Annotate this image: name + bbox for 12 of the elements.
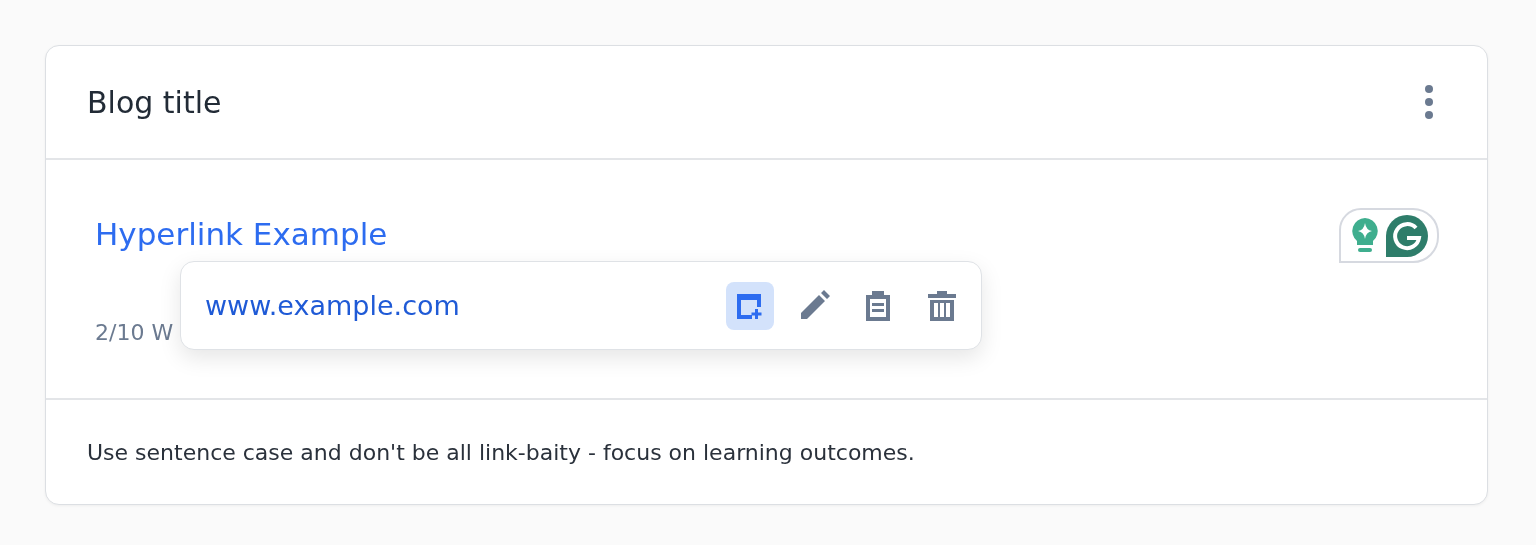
trash-icon [926,288,958,323]
kebab-menu-icon [1425,85,1433,119]
new-window-icon [735,291,765,320]
assistant-badge[interactable] [1339,208,1439,263]
g-logo-icon [1384,213,1429,258]
helper-text: Use sentence case and don't be all link-baity - focus on learning outcomes. [87,439,915,465]
url-link[interactable]: www.example.com [205,290,726,321]
open-in-new-window-button[interactable] [726,281,774,330]
word-counter: 2/10 W [95,320,174,345]
lightbulb-icon [1349,216,1380,255]
card-title: Blog title [87,84,222,120]
hyperlink[interactable]: Hyperlink Example [95,216,388,252]
